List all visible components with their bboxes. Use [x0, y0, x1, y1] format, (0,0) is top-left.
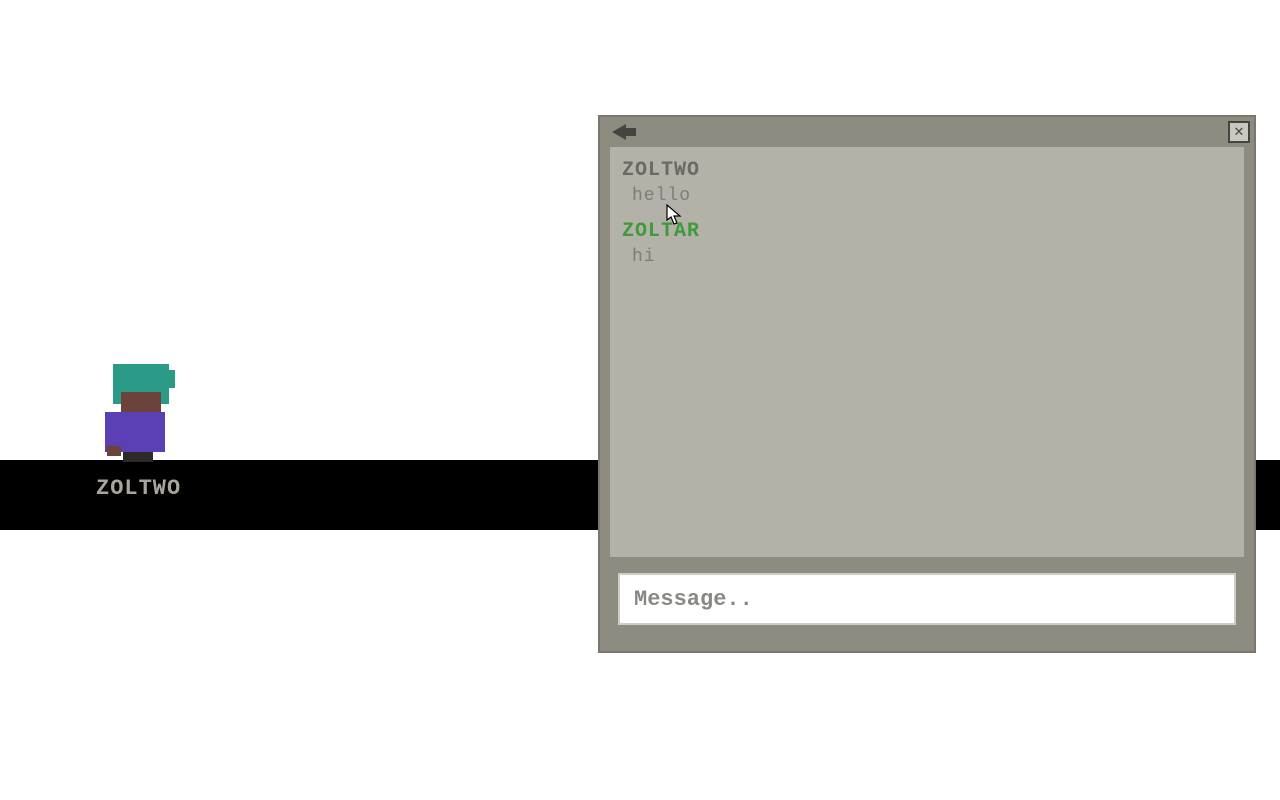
- message-sender-name: ZOLTWO: [622, 159, 1232, 182]
- chat-message: ZOLTAR hi: [622, 220, 1232, 267]
- message-input[interactable]: [618, 573, 1236, 625]
- chat-input-area: [618, 573, 1236, 625]
- chat-window: ✕ ZOLTWO hello ZOLTAR hi: [598, 115, 1256, 653]
- close-icon: ✕: [1234, 124, 1244, 140]
- message-text: hello: [622, 186, 1232, 206]
- sprite-hair: [153, 370, 175, 388]
- player-character-sprite[interactable]: [105, 364, 175, 464]
- sprite-feet: [121, 462, 155, 468]
- sprite-face: [121, 392, 161, 414]
- chat-message-list: ZOLTWO hello ZOLTAR hi: [610, 147, 1244, 557]
- message-sender-name: ZOLTAR: [622, 220, 1232, 243]
- chat-message: ZOLTWO hello: [622, 159, 1232, 206]
- message-text: hi: [622, 247, 1232, 267]
- sprite-arm: [107, 446, 121, 456]
- chat-titlebar: ✕: [600, 117, 1254, 147]
- player-character-name: ZOLTWO: [96, 476, 181, 501]
- back-arrow-icon: [612, 124, 626, 140]
- close-button[interactable]: ✕: [1228, 121, 1250, 143]
- back-button[interactable]: [604, 121, 634, 143]
